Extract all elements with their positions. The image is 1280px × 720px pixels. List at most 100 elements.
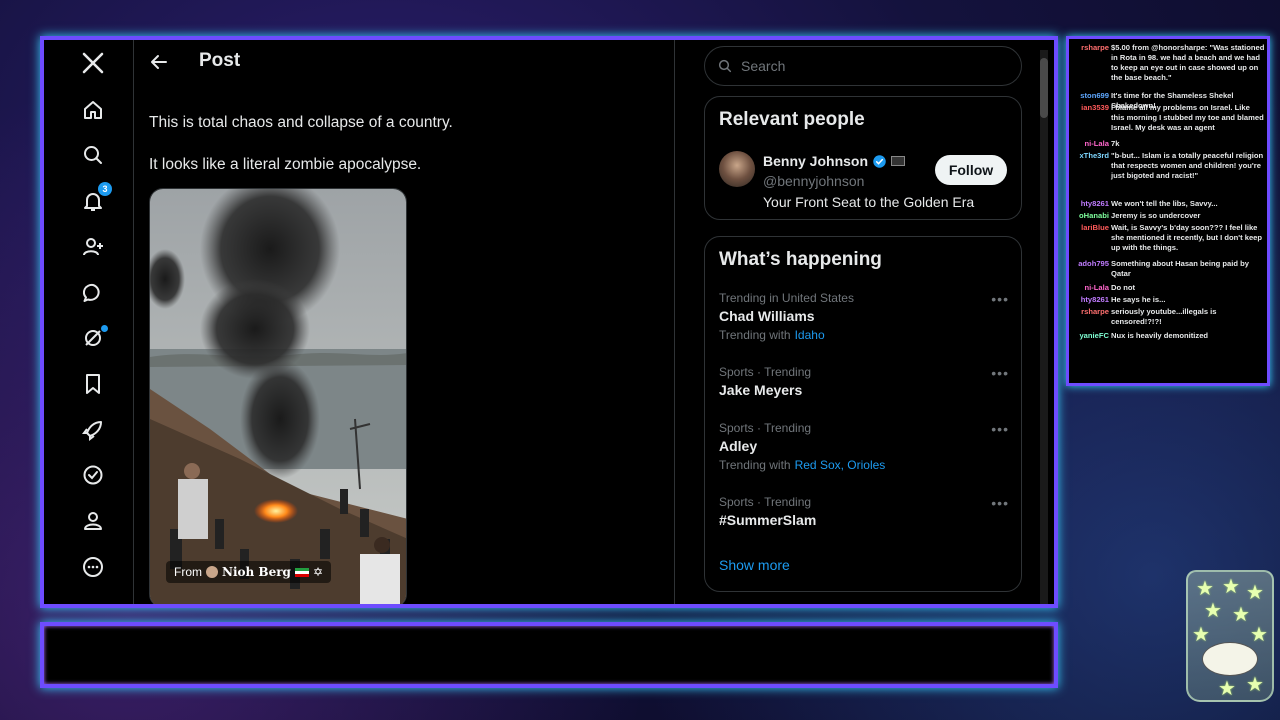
- star-decoration: ★: [1232, 604, 1250, 626]
- chat-text: Something about Hasan being paid by Qata…: [1111, 259, 1249, 278]
- star-decoration: ★: [1204, 600, 1222, 622]
- more-horizontal-icon[interactable]: •••: [991, 421, 1009, 437]
- person-name-row: Benny Johnson: [763, 153, 906, 169]
- bookmarks-icon[interactable]: [78, 369, 108, 399]
- chat-username[interactable]: adoh795: [1073, 259, 1109, 269]
- chat-username[interactable]: xThe3rd: [1073, 151, 1109, 161]
- star-decoration: ★: [1246, 674, 1264, 696]
- chat-text: Do not: [1111, 283, 1136, 292]
- post-text-line-1: This is total chaos and collapse of a co…: [149, 114, 453, 131]
- trend-with-link[interactable]: Red Sox, Orioles: [795, 458, 886, 472]
- person-handle: @bennyjohnson: [763, 173, 865, 189]
- trend-item[interactable]: Trending in United States Chad Williams …: [719, 291, 1009, 342]
- relevant-people-title: Relevant people: [719, 109, 865, 130]
- jar-mascot-image: ★ ★ ★ ★ ★ ★ ★ ★ ★: [1186, 570, 1274, 702]
- left-nav: 3: [44, 40, 134, 604]
- trend-item[interactable]: Sports · Trending Jake Meyers •••: [719, 365, 1009, 398]
- grok-icon[interactable]: [78, 323, 108, 353]
- follow-people-icon[interactable]: [78, 232, 108, 262]
- trend-name: Jake Meyers: [719, 382, 803, 398]
- trend-name: Chad Williams: [719, 308, 815, 324]
- verified-badge-icon[interactable]: [78, 460, 108, 490]
- rocket-jobs-icon[interactable]: [78, 415, 108, 445]
- star-decoration: ★: [1222, 576, 1240, 598]
- chat-username[interactable]: ni-Lala: [1073, 283, 1109, 293]
- avatar[interactable]: [719, 151, 755, 187]
- right-sidebar: Relevant people Benny Johnson @bennyjohn…: [704, 40, 1022, 604]
- chat-text: Jeremy is so undercover: [1111, 211, 1201, 220]
- chat-text: "b-but... Islam is a totally peaceful re…: [1111, 151, 1264, 180]
- caption-author-name: Nioh Berg: [222, 565, 291, 579]
- stream-bottom-bar: [40, 622, 1058, 688]
- trend-name: #SummerSlam: [719, 512, 817, 528]
- relevant-people-card: Relevant people Benny Johnson @bennyjohn…: [704, 96, 1022, 220]
- chat-username[interactable]: ston699: [1073, 91, 1109, 101]
- follow-button[interactable]: Follow: [935, 155, 1007, 185]
- chat-text: We won't tell the libs, Savvy...: [1111, 199, 1218, 208]
- verified-checkmark-icon: [873, 154, 886, 168]
- x-app: 3 Post This is total chaos and collapse …: [44, 40, 1054, 604]
- chat-username[interactable]: hty8261: [1073, 295, 1109, 305]
- show-more-link[interactable]: Show more: [719, 557, 790, 573]
- trend-with: Trending with Idaho: [719, 328, 1009, 342]
- whats-happening-title: What’s happening: [719, 249, 882, 270]
- scrollbar-thumb[interactable]: [1040, 58, 1048, 118]
- more-horizontal-icon[interactable]: •••: [991, 365, 1009, 381]
- person-bio: Your Front Seat to the Golden Era: [763, 194, 975, 210]
- grok-notification-dot: [101, 325, 108, 332]
- browser-frame: 3 Post This is total chaos and collapse …: [40, 36, 1058, 608]
- chat-username[interactable]: rsharpe: [1073, 307, 1109, 317]
- post-video[interactable]: From Nioh Berg ✡: [149, 188, 407, 604]
- trend-with-link[interactable]: Idaho: [795, 328, 825, 342]
- chat-username[interactable]: ni-Lala: [1073, 139, 1109, 149]
- video-frame-image: [150, 189, 406, 604]
- trend-meta: Trending in United States: [719, 291, 854, 305]
- star-decoration: ★: [1218, 678, 1236, 700]
- iran-flag-icon: [294, 567, 309, 577]
- x-logo-icon[interactable]: [78, 48, 108, 78]
- notifications-bell-icon[interactable]: 3: [78, 182, 112, 216]
- search-box[interactable]: [704, 46, 1022, 86]
- chat-username[interactable]: oHanabi: [1073, 211, 1109, 221]
- chat-text: Wait, is Savvy's b'day soon??? I feel li…: [1111, 223, 1263, 252]
- chat-username[interactable]: ian3539: [1073, 103, 1109, 113]
- trend-name: Adley: [719, 438, 758, 454]
- profile-icon[interactable]: [78, 506, 108, 536]
- more-options-icon[interactable]: [78, 552, 108, 582]
- star-decoration: ★: [1250, 624, 1268, 646]
- home-icon[interactable]: [78, 95, 108, 125]
- trend-with-label: Trending with: [719, 458, 791, 472]
- star-of-david-icon: ✡: [312, 565, 323, 579]
- chat-username[interactable]: hty8261: [1073, 199, 1109, 209]
- notifications-badge: 3: [98, 182, 112, 196]
- chat-text: $5.00 from @honorsharpe: "Was stationed …: [1111, 43, 1265, 82]
- person-name[interactable]: Benny Johnson: [763, 153, 868, 169]
- scrollbar[interactable]: [1040, 50, 1048, 604]
- search-icon: [718, 59, 732, 73]
- chat-text: Nux is heavily demonitized: [1111, 331, 1209, 340]
- messages-bubble-icon[interactable]: [78, 278, 108, 308]
- chat-username[interactable]: lariBlue: [1073, 223, 1109, 233]
- post-column: Post This is total chaos and collapse of…: [135, 40, 675, 604]
- chat-username[interactable]: rsharpe: [1073, 43, 1109, 53]
- star-decoration: ★: [1192, 624, 1210, 646]
- search-input[interactable]: [741, 58, 1001, 74]
- chat-text: seriously youtube...illegals is censored…: [1111, 307, 1217, 326]
- chat-text: I blame all my problems on Israel. Like …: [1111, 103, 1264, 132]
- back-arrow-icon[interactable]: [149, 52, 169, 72]
- more-horizontal-icon[interactable]: •••: [991, 495, 1009, 511]
- post-text-line-2: It looks like a literal zombie apocalyps…: [149, 156, 422, 173]
- trend-meta: Sports · Trending: [719, 495, 812, 509]
- explore-search-icon[interactable]: [78, 140, 108, 170]
- trend-with-label: Trending with: [719, 328, 791, 342]
- whats-happening-card: What’s happening Trending in United Stat…: [704, 236, 1022, 592]
- chat-username[interactable]: yanieFC: [1073, 331, 1109, 341]
- trend-item[interactable]: Sports · Trending Adley Trending with Red…: [719, 421, 1009, 472]
- mascot-face: [1202, 642, 1258, 676]
- affiliate-badge-icon: [891, 156, 906, 166]
- video-source-caption: From Nioh Berg ✡: [166, 561, 331, 583]
- caption-author-avatar: [206, 566, 218, 578]
- more-horizontal-icon[interactable]: •••: [991, 291, 1009, 307]
- chat-text: 7k: [1111, 139, 1120, 148]
- trend-item[interactable]: Sports · Trending #SummerSlam •••: [719, 495, 1009, 528]
